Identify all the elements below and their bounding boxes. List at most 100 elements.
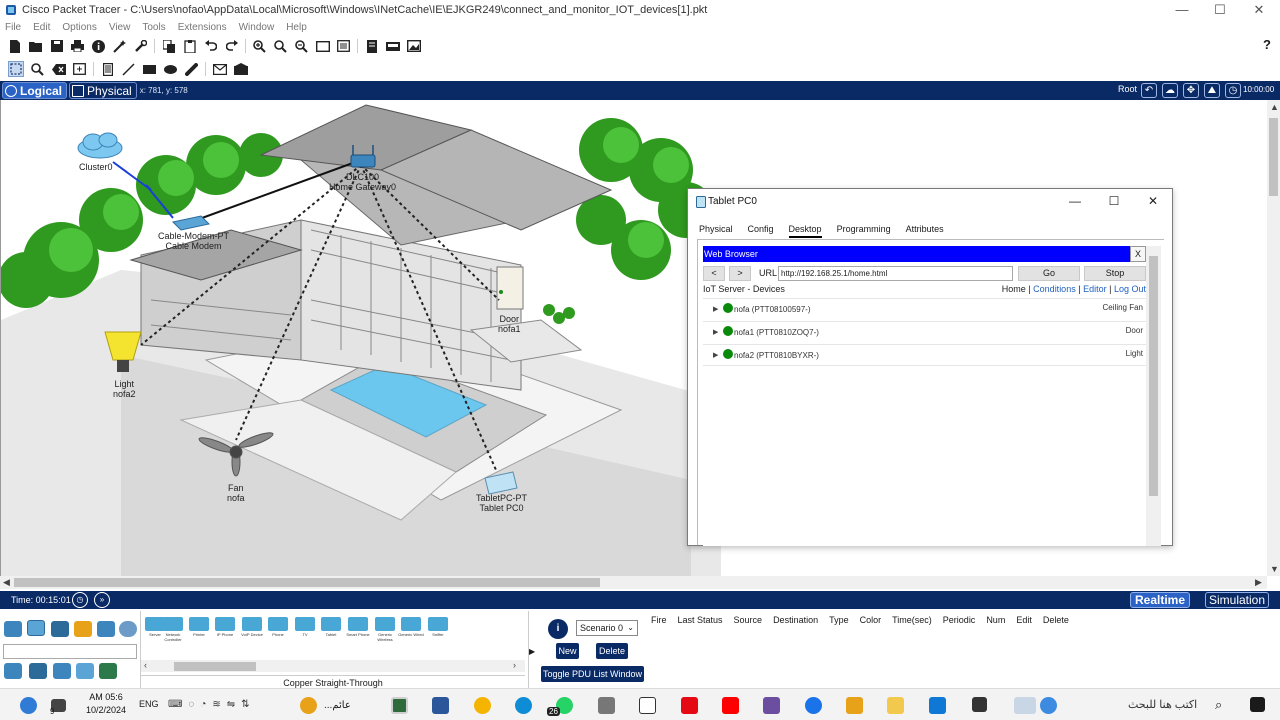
- cluster-icon[interactable]: [365, 39, 379, 53]
- chat-app-icon[interactable]: [805, 697, 822, 714]
- device-generic-wired-icon[interactable]: Generic Wired: [398, 615, 424, 637]
- chrome-app-icon[interactable]: [474, 697, 491, 714]
- toggle-pdu-list-button[interactable]: Toggle PDU List Window: [541, 666, 644, 682]
- edge-app-icon[interactable]: [515, 697, 532, 714]
- home-link[interactable]: Home: [1002, 284, 1026, 294]
- network-info-icon[interactable]: [385, 39, 400, 53]
- browser-forward-button[interactable]: >: [729, 266, 751, 281]
- copy-icon[interactable]: [162, 39, 176, 53]
- menu-extensions[interactable]: Extensions: [178, 22, 227, 33]
- packet-tracer-app-icon[interactable]: [391, 697, 408, 714]
- draw-rectangle-icon[interactable]: [143, 62, 157, 76]
- new-scenario-button[interactable]: New: [556, 643, 579, 659]
- tablet-close-button[interactable]: ✕: [1138, 192, 1168, 210]
- list-item[interactable]: ▶ nofa2 (PTT0810BYXR-) Light: [703, 344, 1146, 366]
- task-view-icon[interactable]: [972, 697, 987, 712]
- tab-physical[interactable]: Physical: [699, 224, 733, 238]
- language-indicator[interactable]: ENG: [139, 699, 159, 709]
- device-tv-icon[interactable]: TV: [293, 615, 317, 637]
- tab-programming[interactable]: Programming: [837, 224, 891, 238]
- netflix-app-icon[interactable]: [681, 697, 698, 714]
- search-highlight-icon[interactable]: [1014, 697, 1036, 714]
- redo-icon[interactable]: [225, 39, 239, 53]
- browser-close-button[interactable]: X: [1130, 246, 1146, 262]
- open-folder-icon[interactable]: [28, 39, 43, 53]
- editor-link[interactable]: Editor: [1083, 284, 1107, 294]
- video-app-icon[interactable]: [763, 697, 780, 714]
- device-ip-phone-icon[interactable]: IP Phone: [213, 615, 237, 637]
- device-voip-icon[interactable]: VoIP Device: [240, 615, 264, 637]
- expand-arrow-icon[interactable]: ▶: [713, 351, 718, 359]
- note-icon[interactable]: [101, 62, 115, 76]
- draw-ellipse-icon[interactable]: [164, 62, 178, 76]
- inspect-icon[interactable]: [31, 62, 45, 76]
- zoom-reset-icon[interactable]: [274, 39, 288, 53]
- url-input[interactable]: http://192.168.25.1/home.html: [778, 266, 1013, 281]
- misc-icon[interactable]: [97, 621, 115, 637]
- menu-file[interactable]: File: [5, 22, 21, 33]
- server-icon[interactable]: [53, 663, 71, 679]
- scroll-up-icon[interactable]: ▲: [1270, 102, 1279, 112]
- weather-app-icon[interactable]: [300, 697, 317, 714]
- canvas-vertical-scrollbar[interactable]: ▲ ▼: [1267, 100, 1280, 576]
- menu-help[interactable]: Help: [286, 22, 307, 33]
- resize-shape-icon[interactable]: [73, 62, 87, 76]
- store-app-icon[interactable]: [846, 697, 863, 714]
- menu-options[interactable]: Options: [62, 22, 96, 33]
- tab-desktop[interactable]: Desktop: [788, 224, 822, 238]
- menu-window[interactable]: Window: [239, 22, 275, 33]
- device-generic-wireless-icon[interactable]: Generic Wireless: [373, 615, 397, 642]
- add-complex-pdu-icon[interactable]: [233, 62, 248, 76]
- drawing-palette-icon[interactable]: [315, 39, 330, 53]
- m-app-icon[interactable]: [598, 697, 615, 714]
- fast-forward-icon[interactable]: »: [94, 592, 110, 608]
- scroll-left-icon[interactable]: ◀: [3, 577, 10, 588]
- wizard-icon[interactable]: [113, 39, 127, 53]
- tablet-minimize-button[interactable]: —: [1060, 192, 1090, 210]
- move-icon[interactable]: ✥: [1183, 83, 1199, 98]
- device-strip-scrollbar[interactable]: ‹ ›: [141, 660, 525, 672]
- pc-icon[interactable]: [4, 663, 22, 679]
- weather-widget-icon[interactable]: [20, 697, 37, 714]
- freeform-icon[interactable]: [185, 62, 199, 76]
- draw-line-icon[interactable]: [122, 62, 136, 76]
- search-icon[interactable]: ⌕: [1215, 697, 1222, 713]
- laptop-icon[interactable]: [29, 663, 47, 679]
- tab-config[interactable]: Config: [748, 224, 774, 238]
- list-item[interactable]: ▶ nofa (PTT08100597-) Ceiling Fan: [703, 298, 1146, 320]
- word-app-icon[interactable]: [432, 697, 449, 714]
- physical-view-button[interactable]: Physical: [69, 82, 137, 99]
- expand-arrow-icon[interactable]: ▶: [713, 328, 718, 336]
- new-file-icon[interactable]: [8, 39, 22, 53]
- tab-attributes[interactable]: Attributes: [906, 224, 944, 238]
- device-phone-icon[interactable]: Phone: [266, 615, 290, 637]
- tablet-maximize-button[interactable]: ☐: [1099, 192, 1129, 210]
- scroll-right-icon[interactable]: ▶: [1255, 577, 1262, 588]
- printer-icon[interactable]: [76, 663, 94, 679]
- realtime-button[interactable]: Realtime: [1130, 592, 1191, 608]
- taskbar-clock[interactable]: AM 05:6 10/2/2024: [85, 691, 127, 717]
- custom-devices-icon[interactable]: [337, 39, 351, 53]
- scenario-select[interactable]: Scenario 0 ⌄: [576, 620, 638, 636]
- paste-icon[interactable]: [183, 39, 197, 53]
- device-printer-icon[interactable]: Printer: [187, 615, 211, 637]
- minimize-button[interactable]: —: [1163, 0, 1201, 20]
- delete-scenario-button[interactable]: Delete: [596, 643, 628, 659]
- close-button[interactable]: ✕: [1240, 0, 1278, 20]
- print-icon[interactable]: [71, 39, 85, 53]
- device-tablet-icon[interactable]: Tablet: [319, 615, 343, 637]
- list-item[interactable]: ▶ nofa1 (PTT0810ZOQ7-) Door: [703, 321, 1146, 343]
- system-tray-icons[interactable]: ⌨◌◔≋⇋⇅: [168, 699, 256, 710]
- environment-icon[interactable]: ⛰: [1204, 83, 1220, 98]
- device-network-controller-icon[interactable]: Network Controller: [161, 615, 185, 642]
- help-icon[interactable]: ?: [1263, 37, 1271, 52]
- cloud-icon[interactable]: ☁: [1162, 83, 1178, 98]
- connections-icon[interactable]: [74, 621, 92, 637]
- youtube-app-icon[interactable]: [722, 697, 739, 714]
- image-icon[interactable]: [406, 39, 421, 53]
- add-simple-pdu-icon[interactable]: [212, 62, 227, 76]
- device-sniffer-icon[interactable]: Sniffer: [426, 615, 450, 637]
- zoom-out-icon[interactable]: [295, 39, 309, 53]
- maximize-button[interactable]: ☐: [1201, 0, 1239, 20]
- copilot-icon[interactable]: [1040, 697, 1057, 714]
